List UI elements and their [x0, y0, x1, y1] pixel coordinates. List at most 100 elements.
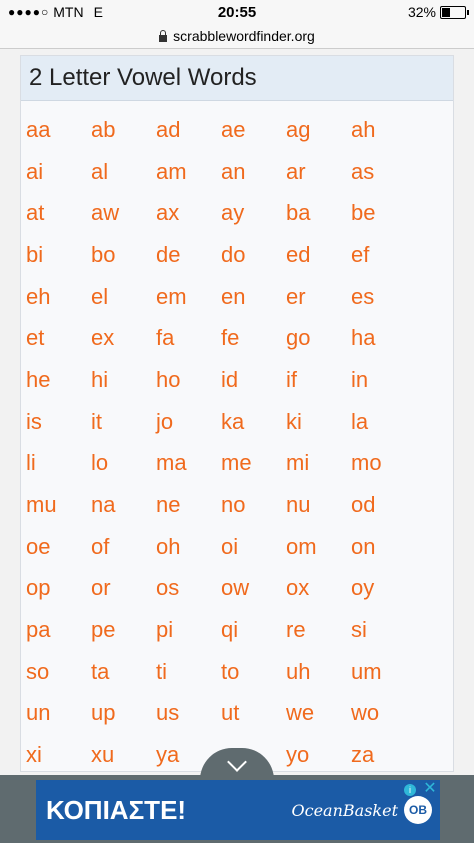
- word-link[interactable]: aa: [26, 109, 91, 151]
- word-link[interactable]: en: [221, 276, 286, 318]
- word-link[interactable]: me: [221, 443, 286, 485]
- word-link[interactable]: fa: [156, 317, 221, 359]
- word-link[interactable]: ow: [221, 568, 286, 610]
- word-link[interactable]: in: [351, 359, 416, 401]
- word-link[interactable]: oy: [351, 568, 416, 610]
- word-link[interactable]: za: [351, 734, 416, 776]
- word-link[interactable]: re: [286, 609, 351, 651]
- word-link[interactable]: ma: [156, 443, 221, 485]
- word-link[interactable]: do: [221, 234, 286, 276]
- word-link[interactable]: ae: [221, 109, 286, 151]
- word-link[interactable]: it: [91, 401, 156, 443]
- word-link[interactable]: oe: [26, 526, 91, 568]
- word-link[interactable]: is: [26, 401, 91, 443]
- word-link[interactable]: pa: [26, 609, 91, 651]
- ad-info-icon[interactable]: i: [404, 784, 416, 796]
- word-link[interactable]: la: [351, 401, 416, 443]
- word-link[interactable]: ar: [286, 151, 351, 193]
- word-link[interactable]: jo: [156, 401, 221, 443]
- word-link[interactable]: li: [26, 443, 91, 485]
- word-link[interactable]: et: [26, 317, 91, 359]
- lock-icon: [159, 29, 168, 42]
- word-link[interactable]: ba: [286, 192, 351, 234]
- word-link[interactable]: ho: [156, 359, 221, 401]
- word-link[interactable]: om: [286, 526, 351, 568]
- word-link[interactable]: of: [91, 526, 156, 568]
- word-link[interactable]: em: [156, 276, 221, 318]
- word-link[interactable]: lo: [91, 443, 156, 485]
- word-link[interactable]: fe: [221, 317, 286, 359]
- word-link[interactable]: op: [26, 568, 91, 610]
- word-link[interactable]: oh: [156, 526, 221, 568]
- word-link[interactable]: ag: [286, 109, 351, 151]
- word-link[interactable]: ne: [156, 484, 221, 526]
- word-link[interactable]: go: [286, 317, 351, 359]
- word-link[interactable]: ha: [351, 317, 416, 359]
- word-link[interactable]: ki: [286, 401, 351, 443]
- word-link[interactable]: ox: [286, 568, 351, 610]
- word-link[interactable]: ut: [221, 693, 286, 735]
- word-link[interactable]: yo: [286, 734, 351, 776]
- word-link[interactable]: um: [351, 651, 416, 693]
- word-link[interactable]: ab: [91, 109, 156, 151]
- word-link[interactable]: or: [91, 568, 156, 610]
- word-link[interactable]: eh: [26, 276, 91, 318]
- word-link[interactable]: nu: [286, 484, 351, 526]
- word-link[interactable]: mo: [351, 443, 416, 485]
- word-link[interactable]: id: [221, 359, 286, 401]
- word-link[interactable]: ef: [351, 234, 416, 276]
- word-link[interactable]: aw: [91, 192, 156, 234]
- word-link[interactable]: pe: [91, 609, 156, 651]
- word-link[interactable]: ka: [221, 401, 286, 443]
- word-link[interactable]: no: [221, 484, 286, 526]
- word-link[interactable]: he: [26, 359, 91, 401]
- word-link[interactable]: ex: [91, 317, 156, 359]
- word-link[interactable]: mi: [286, 443, 351, 485]
- word-link[interactable]: al: [91, 151, 156, 193]
- ad-close-icon[interactable]: ✕: [422, 780, 438, 797]
- word-link[interactable]: bo: [91, 234, 156, 276]
- word-link[interactable]: ad: [156, 109, 221, 151]
- word-link[interactable]: si: [351, 609, 416, 651]
- word-link[interactable]: up: [91, 693, 156, 735]
- word-link[interactable]: ah: [351, 109, 416, 151]
- word-link[interactable]: os: [156, 568, 221, 610]
- word-link[interactable]: to: [221, 651, 286, 693]
- word-link[interactable]: so: [26, 651, 91, 693]
- ad-banner[interactable]: ΚΟΠΙΑΣΤΕ! OceanBasket OB: [36, 780, 440, 840]
- ad-brand: OceanBasket: [291, 800, 399, 820]
- word-link[interactable]: ai: [26, 151, 91, 193]
- word-link[interactable]: on: [351, 526, 416, 568]
- word-link[interactable]: we: [286, 693, 351, 735]
- word-link[interactable]: am: [156, 151, 221, 193]
- word-link[interactable]: mu: [26, 484, 91, 526]
- word-link[interactable]: na: [91, 484, 156, 526]
- word-link[interactable]: at: [26, 192, 91, 234]
- word-link[interactable]: ti: [156, 651, 221, 693]
- word-link[interactable]: oi: [221, 526, 286, 568]
- word-link[interactable]: be: [351, 192, 416, 234]
- word-link[interactable]: an: [221, 151, 286, 193]
- word-link[interactable]: uh: [286, 651, 351, 693]
- word-link[interactable]: xu: [91, 734, 156, 776]
- word-link[interactable]: xi: [26, 734, 91, 776]
- word-link[interactable]: el: [91, 276, 156, 318]
- word-link[interactable]: od: [351, 484, 416, 526]
- word-link[interactable]: ed: [286, 234, 351, 276]
- word-link[interactable]: un: [26, 693, 91, 735]
- address-bar[interactable]: scrabblewordfinder.org: [0, 24, 474, 49]
- word-link[interactable]: es: [351, 276, 416, 318]
- word-link[interactable]: er: [286, 276, 351, 318]
- word-link[interactable]: us: [156, 693, 221, 735]
- word-link[interactable]: hi: [91, 359, 156, 401]
- word-link[interactable]: de: [156, 234, 221, 276]
- word-link[interactable]: ta: [91, 651, 156, 693]
- word-link[interactable]: pi: [156, 609, 221, 651]
- word-link[interactable]: bi: [26, 234, 91, 276]
- word-link[interactable]: ay: [221, 192, 286, 234]
- word-link[interactable]: if: [286, 359, 351, 401]
- word-link[interactable]: wo: [351, 693, 416, 735]
- word-link[interactable]: as: [351, 151, 416, 193]
- word-link[interactable]: qi: [221, 609, 286, 651]
- word-link[interactable]: ax: [156, 192, 221, 234]
